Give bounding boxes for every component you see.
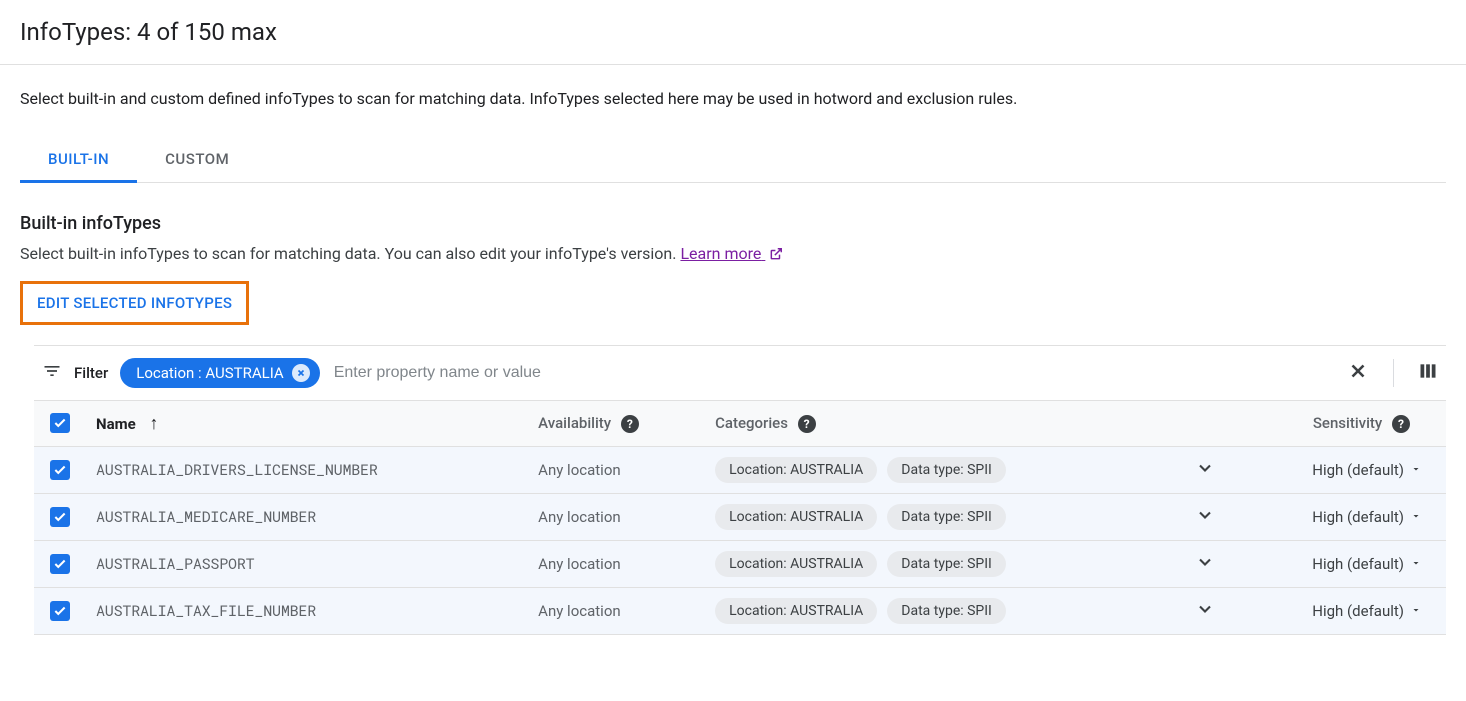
sensitivity-value: High (default): [1312, 602, 1404, 620]
learn-more-text: Learn more: [680, 244, 761, 263]
intro-text: Select built-in and custom defined infoT…: [20, 89, 1446, 108]
sensitivity-value: High (default): [1312, 555, 1404, 573]
dropdown-icon: [1410, 461, 1422, 479]
learn-more-link[interactable]: Learn more: [680, 244, 783, 263]
row-checkbox[interactable]: [50, 460, 70, 480]
categories-cell: Location: AUSTRALIA Data type: SPII: [705, 541, 1175, 588]
category-pill: Location: AUSTRALIA: [715, 551, 877, 577]
help-icon[interactable]: ?: [621, 415, 639, 433]
category-pill: Data type: SPII: [887, 457, 1006, 483]
table-row: AUSTRALIA_PASSPORTAny locationLocation: …: [34, 541, 1446, 588]
infotype-name: AUSTRALIA_TAX_FILE_NUMBER: [86, 588, 528, 635]
help-icon[interactable]: ?: [798, 415, 816, 433]
sensitivity-dropdown[interactable]: High (default): [1245, 602, 1422, 620]
filter-chip-text: Location : AUSTRALIA: [136, 364, 283, 382]
categories-cell: Location: AUSTRALIA Data type: SPII: [705, 588, 1175, 635]
sort-ascending-icon: ↑: [149, 413, 158, 434]
category-pill: Location: AUSTRALIA: [715, 457, 877, 483]
edit-selected-infotypes-button[interactable]: EDIT SELECTED INFOTYPES: [20, 281, 249, 325]
clear-filter-icon[interactable]: [1347, 360, 1369, 386]
category-pill: Location: AUSTRALIA: [715, 504, 877, 530]
column-header-availability[interactable]: Availability ?: [528, 401, 705, 447]
dropdown-icon: [1410, 508, 1422, 526]
chevron-down-icon[interactable]: [1195, 558, 1215, 576]
table-row: AUSTRALIA_TAX_FILE_NUMBERAny locationLoc…: [34, 588, 1446, 635]
sensitivity-dropdown[interactable]: High (default): [1245, 555, 1422, 573]
section-description: Select built-in infoTypes to scan for ma…: [20, 244, 1446, 265]
filter-bar: Filter Location : AUSTRALIA: [34, 346, 1446, 400]
separator: [1393, 359, 1394, 387]
infotypes-table: Name ↑ Availability ? Categories ? Sensi…: [34, 400, 1446, 635]
table-row: AUSTRALIA_MEDICARE_NUMBERAny locationLoc…: [34, 494, 1446, 541]
category-pill: Data type: SPII: [887, 598, 1006, 624]
infotype-name: AUSTRALIA_MEDICARE_NUMBER: [86, 494, 528, 541]
row-checkbox[interactable]: [50, 601, 70, 621]
row-checkbox[interactable]: [50, 554, 70, 574]
category-pill: Data type: SPII: [887, 504, 1006, 530]
availability-cell: Any location: [528, 588, 705, 635]
availability-cell: Any location: [528, 494, 705, 541]
filter-icon: [42, 361, 62, 385]
categories-cell: Location: AUSTRALIA Data type: SPII: [705, 494, 1175, 541]
divider: [0, 64, 1466, 65]
category-pill: Location: AUSTRALIA: [715, 598, 877, 624]
infotype-name: AUSTRALIA_DRIVERS_LICENSE_NUMBER: [86, 447, 528, 494]
table-row: AUSTRALIA_DRIVERS_LICENSE_NUMBERAny loca…: [34, 447, 1446, 494]
column-settings-icon[interactable]: [1418, 361, 1438, 385]
help-icon[interactable]: ?: [1392, 415, 1410, 433]
column-header-sensitivity[interactable]: Sensitivity ?: [1235, 401, 1446, 447]
filter-chip-location[interactable]: Location : AUSTRALIA: [120, 358, 319, 388]
close-icon[interactable]: [292, 364, 310, 382]
sensitivity-value: High (default): [1312, 461, 1404, 479]
select-all-checkbox[interactable]: [50, 413, 70, 433]
sensitivity-dropdown[interactable]: High (default): [1245, 461, 1422, 479]
dropdown-icon: [1410, 602, 1422, 620]
categories-cell: Location: AUSTRALIA Data type: SPII: [705, 447, 1175, 494]
row-checkbox[interactable]: [50, 507, 70, 527]
sensitivity-dropdown[interactable]: High (default): [1245, 508, 1422, 526]
chevron-down-icon[interactable]: [1195, 511, 1215, 529]
external-link-icon: [769, 246, 783, 265]
filter-input[interactable]: [332, 363, 1335, 383]
chevron-down-icon[interactable]: [1195, 605, 1215, 623]
chevron-down-icon[interactable]: [1195, 464, 1215, 482]
dropdown-icon: [1410, 555, 1422, 573]
page-title: InfoTypes: 4 of 150 max: [20, 18, 1446, 46]
infotype-name: AUSTRALIA_PASSPORT: [86, 541, 528, 588]
availability-cell: Any location: [528, 447, 705, 494]
availability-cell: Any location: [528, 541, 705, 588]
section-desc-text: Select built-in infoTypes to scan for ma…: [20, 244, 680, 263]
column-header-name[interactable]: Name ↑: [86, 401, 528, 447]
filter-label: Filter: [74, 364, 108, 382]
tab-custom[interactable]: CUSTOM: [137, 138, 257, 183]
sensitivity-value: High (default): [1312, 508, 1404, 526]
section-title: Built-in infoTypes: [20, 213, 1446, 234]
tabs: BUILT-IN CUSTOM: [20, 138, 1446, 183]
column-header-categories[interactable]: Categories ?: [705, 401, 1175, 447]
category-pill: Data type: SPII: [887, 551, 1006, 577]
tab-builtin[interactable]: BUILT-IN: [20, 138, 137, 183]
